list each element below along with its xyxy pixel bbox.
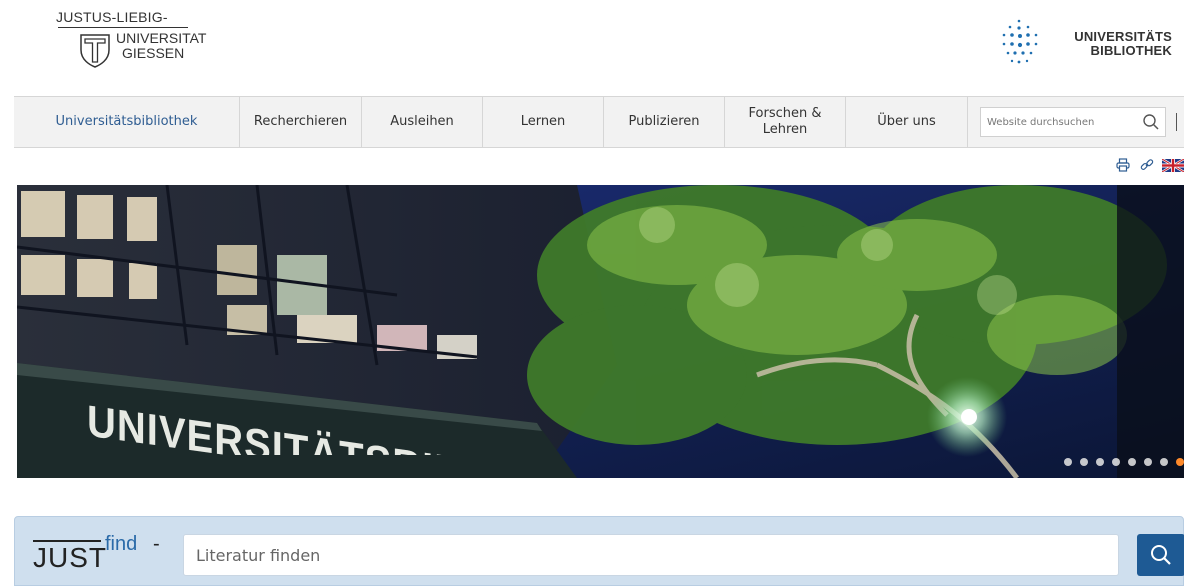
slider-dot[interactable] [1160,458,1168,466]
justfind-bar: JUST find - [14,516,1184,586]
site-header: JUSTUS-LIEBIG- UNIVERSITAT GIESSEN UNIVE… [0,0,1184,96]
slider-dot[interactable] [1128,458,1136,466]
nav-item-publizieren[interactable]: Publizieren [604,97,725,147]
link-icon[interactable] [1138,157,1156,173]
hero-sign-text: UNIVERSITÄTSBIBLIOTHEK [87,396,547,455]
site-search [968,97,1168,147]
nav-overflow-edge [1176,113,1180,131]
jlu-logo-line1: JUSTUS-LIEBIG- [56,9,168,25]
uk-flag-icon[interactable] [1162,157,1184,173]
slider-dot-active[interactable] [1176,458,1184,466]
site-search-input[interactable] [987,116,1137,128]
slider-dot[interactable] [1096,458,1104,466]
hero-slider[interactable]: UNIVERSITÄTSBIBLIOTHEK [17,185,1184,478]
jlu-logo-line2: UNIVERSITAT [116,30,207,46]
slider-dot[interactable] [1112,458,1120,466]
jlu-emblem-icon [80,34,110,68]
nav-item-ueber-uns[interactable]: Über uns [846,97,968,147]
justfind-logo[interactable]: JUST find - [33,533,173,579]
jlu-logo-rule [58,27,188,28]
hero-building-sign: UNIVERSITÄTSBIBLIOTHEK [87,396,547,455]
justfind-search-button[interactable] [1137,534,1184,576]
main-nav: Universitätsbibliothek Recherchieren Aus… [14,96,1184,148]
slider-dots [1064,458,1184,466]
nav-item-universitaetsbibliothek[interactable]: Universitätsbibliothek [14,97,240,147]
justfind-logo-find: find [105,533,138,555]
nav-item-ausleihen[interactable]: Ausleihen [362,97,483,147]
nav-item-forschen-lehren[interactable]: Forschen & Lehren [725,97,846,147]
jlu-logo[interactable]: JUSTUS-LIEBIG- UNIVERSITAT GIESSEN [56,10,216,80]
print-icon[interactable] [1114,157,1132,173]
nav-item-recherchieren[interactable]: Recherchieren [240,97,362,147]
ub-logo-line2: BIBLIOTHEK [1090,43,1172,58]
slider-dot[interactable] [1080,458,1088,466]
ub-logo[interactable]: UNIVERSITÄTS BIBLIOTHEK [1000,18,1180,70]
search-icon [1151,545,1171,565]
justfind-logo-just: JUST [33,542,107,573]
slider-dot[interactable] [1064,458,1072,466]
ub-logo-text: UNIVERSITÄTS BIBLIOTHEK [1074,30,1172,58]
nav-item-lernen[interactable]: Lernen [483,97,604,147]
search-icon[interactable] [1137,108,1165,136]
utility-icons [1114,156,1184,174]
jlu-logo-line3: GIESSEN [122,45,185,61]
site-search-box [980,107,1166,137]
ub-logo-line1: UNIVERSITÄTS [1074,29,1172,44]
slider-dot[interactable] [1144,458,1152,466]
ub-dots-icon [1002,19,1038,64]
justfind-search-input[interactable] [183,534,1119,576]
justfind-logo-dash: - [153,533,160,555]
